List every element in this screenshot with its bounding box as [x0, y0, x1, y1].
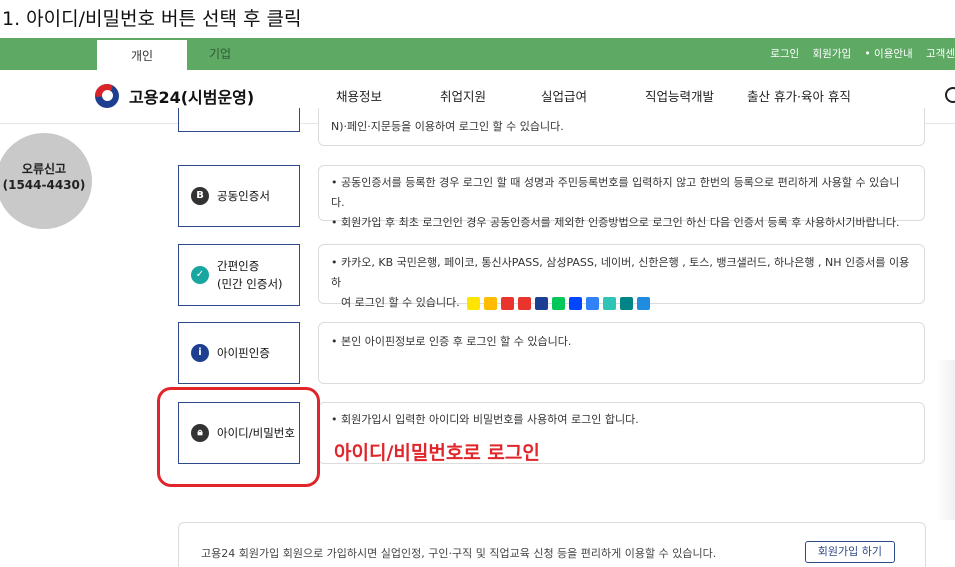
method-label: 간편인증 — [217, 259, 260, 273]
method-label: 공동인증서 — [217, 189, 270, 203]
ipin-login-button[interactable]: i 아이핀인증 — [178, 322, 300, 384]
info-icon: i — [191, 344, 209, 362]
shinhan-icon — [569, 296, 583, 310]
login-link[interactable]: 로그인 — [770, 48, 799, 60]
shield-check-icon: ✓ — [191, 266, 209, 284]
desc-line-text: 여 로그인 할 수 있습니다. — [341, 296, 460, 309]
partial-desc-text: N)·페인·지문등을 이용하여 로그인 할 수 있습니다. — [331, 120, 564, 133]
kb-icon — [484, 296, 498, 310]
pass-icon — [518, 296, 532, 310]
utility-links: 로그인 회원가입 • 이용안내 고객센 — [760, 38, 955, 70]
signup-button[interactable]: 회원가입 하기 — [804, 541, 895, 563]
method-description: 공동인증서를 등록한 경우 로그인 할 때 성명과 주민등록번호를 입력하지 않… — [318, 165, 925, 229]
desc-line: 본인 아이핀정보로 인증 후 로그인 할 수 있습니다. — [331, 332, 912, 352]
desc-line: 회원가입시 입력한 아이디와 비밀번호를 사용하여 로그인 합니다. — [331, 410, 912, 430]
payco-icon — [501, 296, 515, 310]
desc-line: 카카오, KB 국민은행, 페이코, 통신사PASS, 삼성PASS, 네이버,… — [331, 253, 912, 293]
provider-icons — [467, 296, 651, 310]
report-phone: (1544-4430) — [2, 178, 86, 192]
simple-auth-button[interactable]: ✓ 간편인증 (민간 인증서) — [178, 244, 300, 306]
partial-desc: N)·페인·지문등을 이용하여 로그인 할 수 있습니다. — [318, 108, 925, 146]
samsung-pass-icon — [535, 296, 549, 310]
method-description: 카카오, KB 국민은행, 페이코, 통신사PASS, 삼성PASS, 네이버,… — [318, 244, 925, 310]
guide-link[interactable]: • 이용안내 — [865, 48, 913, 60]
hana-icon — [620, 296, 634, 310]
signup-banner-text: 고용24 회원가입 회원으로 가입하시면 실업인정, 구인·구직 및 직업교육 … — [201, 547, 717, 560]
banksalad-icon — [603, 296, 617, 310]
desc-line-continued: 여 로그인 할 수 있습니다. — [331, 293, 912, 313]
tab-personal[interactable]: 개인 — [97, 38, 187, 70]
logo-text: 고용24(시범운영) — [129, 88, 255, 107]
certificate-icon: B — [191, 187, 209, 205]
toss-icon — [586, 296, 600, 310]
desc-line: 공동인증서를 등록한 경우 로그인 할 때 성명과 주민등록번호를 입력하지 않… — [331, 173, 912, 213]
method-partial[interactable] — [178, 108, 300, 132]
screenshot-caption: 1. 아이디/비밀번호 버튼 선택 후 클릭 — [0, 0, 955, 38]
signup-banner: 고용24 회원가입 회원으로 가입하시면 실업인정, 구인·구직 및 직업교육 … — [178, 522, 926, 567]
search-icon[interactable] — [945, 87, 955, 103]
top-utility-bar: 개인 기업 로그인 회원가입 • 이용안내 고객센 — [0, 38, 955, 70]
tab-business[interactable]: 기업 — [180, 38, 260, 70]
error-report-button[interactable]: 오류신고 (1544-4430) — [0, 133, 92, 229]
annotation-text: 아이디/비밀번호로 로그인 — [334, 442, 540, 464]
side-panel-shadow — [935, 360, 955, 520]
taegeuk-logo-icon — [95, 84, 119, 108]
naver-icon — [552, 296, 566, 310]
signup-link[interactable]: 회원가입 — [813, 48, 852, 60]
desc-line: 회원가입 후 최초 로그인인 경우 공동인증서를 제외한 인증방법으로 로그인 … — [331, 213, 912, 233]
report-label: 오류신고 — [21, 162, 67, 176]
method-description: 본인 아이핀정보로 인증 후 로그인 할 수 있습니다. — [318, 322, 925, 384]
site-logo[interactable]: 고용24(시범운영) — [95, 84, 254, 108]
method-label: 아이핀인증 — [217, 346, 270, 360]
customer-center-link[interactable]: 고객센 — [926, 48, 955, 60]
nh-icon — [637, 296, 651, 310]
highlight-annotation-box — [157, 387, 320, 487]
kakao-icon — [467, 296, 481, 310]
method-sublabel: (민간 인증서) — [217, 277, 283, 291]
certificate-login-button[interactable]: B 공동인증서 — [178, 165, 300, 227]
